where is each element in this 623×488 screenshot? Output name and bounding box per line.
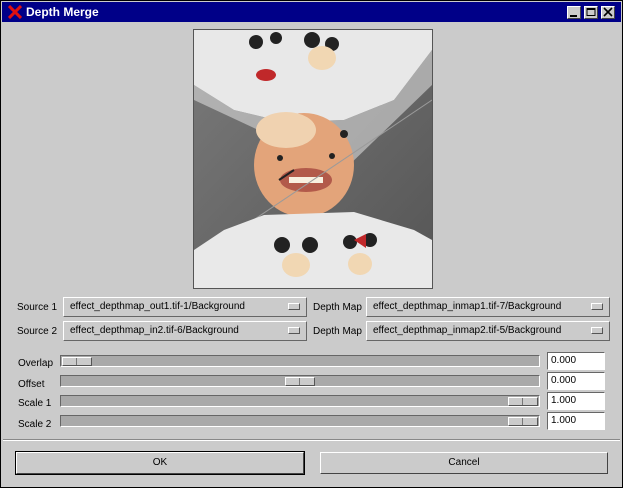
minimize-icon	[570, 15, 577, 17]
source-1-label: Source 1	[17, 302, 58, 313]
window-title: Depth Merge	[26, 5, 99, 19]
depth-map-2-value: effect_depthmap_inmap2.tif-5/Background	[373, 325, 562, 336]
app-x-icon	[8, 5, 22, 19]
dropdown-icon	[288, 327, 300, 334]
offset-slider[interactable]	[60, 375, 540, 387]
source-1-select[interactable]: effect_depthmap_out1.tif-1/Background	[63, 297, 307, 317]
overlap-value-field[interactable]: 0.000	[547, 352, 605, 370]
title-bar[interactable]: Depth Merge	[2, 2, 621, 22]
scale-2-slider-thumb[interactable]	[508, 417, 538, 426]
overlap-slider[interactable]	[60, 355, 540, 367]
scale-1-slider[interactable]	[60, 395, 540, 407]
scale-2-label: Scale 2	[18, 419, 52, 430]
source-2-value: effect_depthmap_in2.tif-6/Background	[70, 325, 239, 336]
source-2-select[interactable]: effect_depthmap_in2.tif-6/Background	[63, 321, 307, 341]
scale-1-label: Scale 1	[18, 398, 52, 409]
depth-map-1-value: effect_depthmap_inmap1.tif-7/Background	[373, 301, 562, 312]
scale-2-slider[interactable]	[60, 415, 540, 427]
ok-button[interactable]: OK	[15, 451, 305, 475]
source-1-value: effect_depthmap_out1.tif-1/Background	[70, 301, 245, 312]
maximize-icon	[586, 8, 596, 16]
depth-merge-window: Depth Merge Source 1 effect_depthmap_out…	[0, 0, 623, 488]
depth-merge-preview-image	[194, 30, 432, 288]
scale-2-value-field[interactable]: 1.000	[547, 412, 605, 430]
overlap-label: Overlap	[18, 358, 54, 369]
button-separator	[3, 439, 620, 441]
source-2-label: Source 2	[17, 326, 58, 337]
preview-image	[193, 29, 433, 289]
offset-value-field[interactable]: 0.000	[547, 372, 605, 390]
depth-map-2-select[interactable]: effect_depthmap_inmap2.tif-5/Background	[366, 321, 610, 341]
scale-1-value-field[interactable]: 1.000	[547, 392, 605, 410]
depth-map-1-label: Depth Map	[313, 302, 362, 313]
maximize-button[interactable]	[584, 6, 598, 19]
dropdown-icon	[591, 327, 603, 334]
depth-map-2-label: Depth Map	[313, 326, 362, 337]
offset-label: Offset	[18, 379, 45, 390]
close-icon	[603, 7, 613, 17]
close-button[interactable]	[601, 6, 615, 19]
cancel-button[interactable]: Cancel	[320, 452, 608, 474]
scale-1-slider-thumb[interactable]	[508, 397, 538, 406]
dropdown-icon	[288, 303, 300, 310]
offset-slider-thumb[interactable]	[285, 377, 315, 386]
minimize-button[interactable]	[567, 6, 581, 19]
overlap-slider-thumb[interactable]	[62, 357, 92, 366]
depth-map-1-select[interactable]: effect_depthmap_inmap1.tif-7/Background	[366, 297, 610, 317]
dropdown-icon	[591, 303, 603, 310]
